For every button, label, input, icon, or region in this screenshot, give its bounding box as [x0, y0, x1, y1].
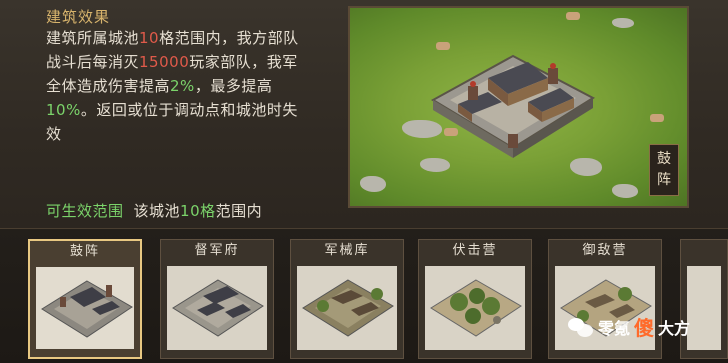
- building-selector: 鼓阵 督军府 军械库 伏击营 御敌营: [0, 228, 728, 363]
- badge-text: 鼓: [657, 151, 671, 167]
- wechat-logo-icon: [568, 316, 594, 338]
- fortress-illustration: [430, 54, 596, 158]
- building-card-guzhen[interactable]: 鼓阵: [28, 239, 142, 359]
- desc-line-3: 全体造成伤害提高2%，最多提高: [46, 74, 338, 98]
- range-value: 10格: [180, 202, 216, 220]
- watermark-text: 零氪: [598, 318, 631, 338]
- building-card-label: 督军府: [194, 243, 240, 258]
- desc-text: 效: [46, 125, 62, 143]
- range-text: 范围内: [215, 202, 263, 220]
- desc-line-5: 效: [46, 122, 338, 146]
- range-label: 可生效范围: [46, 202, 124, 220]
- building-card-label: 鼓阵: [69, 244, 100, 259]
- effect-description: 建筑所属城池10格范围内，我方部队 战斗后每消灭15000玩家部队，我军 全体造…: [46, 26, 338, 146]
- building-card-yudiying[interactable]: 御敌营: [548, 239, 662, 359]
- building-preview[interactable]: 鼓 阵: [348, 6, 689, 208]
- rock-decoration: [360, 176, 386, 192]
- watermark: 零氪傻大方: [568, 312, 690, 341]
- watermark-text-highlight: 傻: [634, 316, 655, 340]
- desc-range-value: 10: [139, 29, 160, 47]
- desc-text: 建筑所属城池: [46, 29, 140, 47]
- building-thumbnail: [167, 266, 267, 350]
- desc-line-2: 战斗后每消灭15000玩家部队，我军: [46, 50, 338, 74]
- desc-line-4: 10%。返回或位于调动点和城池时失: [46, 98, 338, 122]
- watermark-text: 大方: [658, 318, 691, 338]
- range-text: 该城池: [133, 202, 181, 220]
- building-card-label: 伏击营: [452, 243, 498, 258]
- building-card-junxieku[interactable]: 军械库: [290, 239, 404, 359]
- desc-text: 战斗后每消灭: [46, 53, 140, 71]
- desc-bonus-value: 2%: [170, 77, 195, 95]
- building-thumbnail: [687, 266, 721, 350]
- building-thumbnail: [36, 267, 134, 349]
- effect-title: 建筑效果: [46, 8, 111, 26]
- building-card-fujiying[interactable]: 伏击营: [418, 239, 532, 359]
- desc-text: 全体造成伤害提高: [46, 77, 171, 95]
- desc-text: 格范围内，我方部队: [159, 29, 299, 47]
- desc-max-value: 10%: [46, 101, 81, 119]
- building-thumbnail: [297, 266, 397, 350]
- building-info-panel: 建筑效果 建筑所属城池10格范围内，我方部队 战斗后每消灭15000玩家部队，我…: [0, 0, 728, 228]
- effect-range: 可生效范围 该城池10格范围内: [46, 200, 262, 221]
- building-card-dujunfu[interactable]: 督军府: [160, 239, 274, 359]
- desc-line-1: 建筑所属城池10格范围内，我方部队: [46, 26, 338, 50]
- desc-text: 。返回或位于调动点和城池时失: [80, 101, 298, 119]
- building-thumbnail: [425, 266, 525, 350]
- desc-kill-value: 15000: [139, 53, 190, 71]
- building-card-partial[interactable]: [680, 239, 728, 359]
- desc-text: 玩家部队，我军: [189, 53, 298, 71]
- building-card-label: 军械库: [324, 243, 370, 258]
- desc-text: ，最多提高: [194, 77, 273, 95]
- badge-text: 阵: [657, 172, 671, 188]
- rock-decoration: [612, 18, 634, 28]
- cattle-decoration: [566, 12, 580, 20]
- building-card-label: 御敌营: [582, 243, 628, 258]
- cattle-decoration: [650, 114, 664, 122]
- building-name-badge: 鼓 阵: [649, 144, 679, 196]
- rock-decoration: [612, 184, 638, 198]
